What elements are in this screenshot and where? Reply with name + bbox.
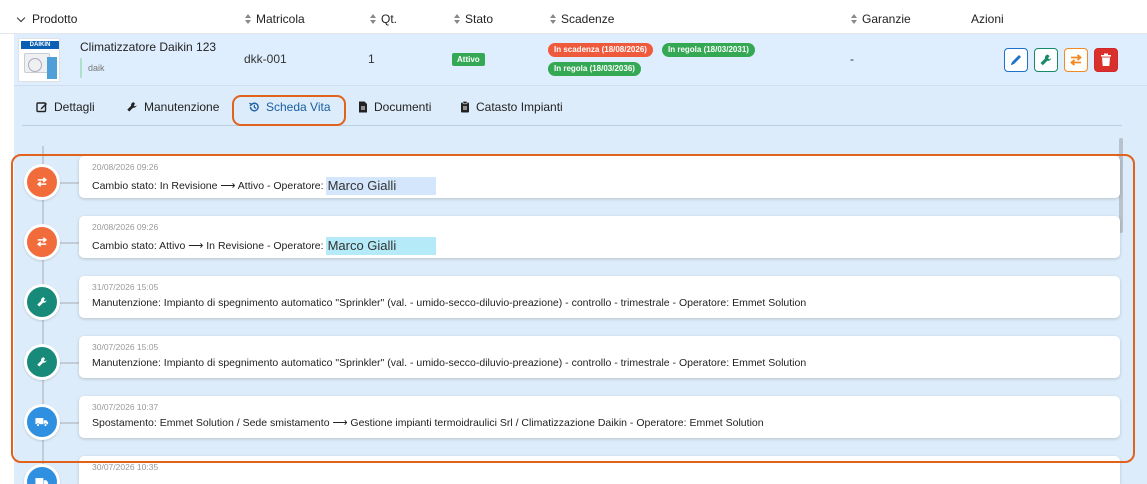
tab-catasto-impianti[interactable]: Catasto Impianti <box>460 100 563 114</box>
sort-icon <box>369 14 377 24</box>
edit-button[interactable] <box>1004 48 1028 72</box>
transfer-button[interactable] <box>1064 48 1088 72</box>
tab-manutenzione[interactable]: Manutenzione <box>126 100 219 114</box>
sort-icon <box>244 14 252 24</box>
column-scadenze[interactable]: Scadenze <box>549 12 614 26</box>
product-name: Climatizzatore Daikin 123 <box>80 40 217 54</box>
pencil-icon <box>1011 55 1021 65</box>
document-icon <box>359 101 367 113</box>
detail-panel: Dettagli Manutenzione Scheda Vita Docume… <box>11 86 1147 484</box>
chevron-down-icon <box>16 13 26 22</box>
timeline-node <box>24 464 60 484</box>
product-box-image <box>47 57 57 79</box>
wrench-icon <box>127 102 137 112</box>
maintenance-button[interactable] <box>1034 48 1058 72</box>
deadline-badge: In regola (18/03/2036) <box>548 62 641 76</box>
truck-icon <box>35 478 49 484</box>
trash-icon <box>1101 53 1111 66</box>
column-azioni: Azioni <box>971 12 1004 26</box>
tab-highlight-annotation <box>232 95 346 126</box>
sort-icon <box>549 14 557 24</box>
event-timestamp: 30/07/2026 10:35 <box>92 462 159 472</box>
transfer-icon <box>1070 54 1082 66</box>
product-row[interactable]: DAIKIN Climatizzatore Daikin 123 daik dk… <box>14 34 1147 86</box>
timeline-highlight-annotation <box>11 154 1135 463</box>
sort-icon <box>453 14 461 24</box>
brand-logo: DAIKIN <box>21 41 59 49</box>
edit-icon <box>36 102 47 113</box>
deadline-badge: In regola (18/03/2031) <box>662 43 755 57</box>
tab-bar: Dettagli Manutenzione Scheda Vita Docume… <box>22 86 1122 126</box>
column-garanzie[interactable]: Garanzie <box>850 12 911 26</box>
tab-dettagli[interactable]: Dettagli <box>36 100 95 114</box>
sort-icon <box>850 14 858 24</box>
clipboard-icon <box>461 101 469 113</box>
product-tag: daik <box>80 58 111 78</box>
column-stato[interactable]: Stato <box>453 12 493 26</box>
matricola-value: dkk-001 <box>244 52 287 66</box>
product-thumbnail: DAIKIN <box>18 38 60 82</box>
wrench-icon <box>1040 54 1052 66</box>
tab-documenti[interactable]: Documenti <box>358 100 431 114</box>
status-badge: Attivo <box>452 53 485 66</box>
garanzie-value: - <box>850 52 854 66</box>
table-header: Prodotto Matricola Qt. Stato Scadenze Ga… <box>0 0 1147 34</box>
delete-button[interactable] <box>1094 48 1118 72</box>
column-qt[interactable]: Qt. <box>369 12 397 26</box>
column-prodotto[interactable]: Prodotto <box>16 12 77 26</box>
deadline-badge: In scadenza (18/08/2026) <box>548 43 653 57</box>
column-matricola[interactable]: Matricola <box>244 12 305 26</box>
qty-value: 1 <box>368 52 375 66</box>
